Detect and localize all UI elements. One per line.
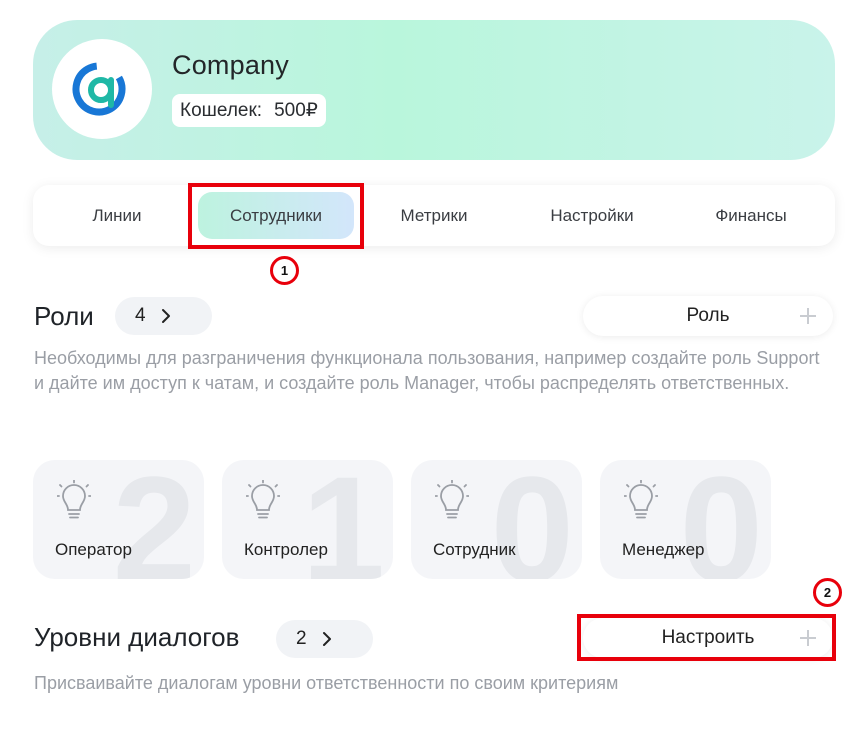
company-logo (52, 39, 152, 139)
tab-finance[interactable]: Финансы (691, 192, 811, 239)
dialog-levels-title: Уровни диалогов (34, 622, 240, 652)
chevron-right-icon (161, 309, 170, 323)
configure-label: Настроить (661, 627, 755, 648)
role-name: Оператор (55, 540, 132, 559)
annotation-marker-2: 2 (813, 578, 842, 607)
role-user-count: 2 (112, 460, 196, 579)
role-user-count: 1 (301, 460, 385, 579)
role-name: Контролер (244, 540, 328, 559)
roles-count: 4 (135, 305, 146, 326)
role-user-count: 0 (490, 460, 574, 579)
add-role-label: Роль (686, 305, 730, 326)
roles-description: Необходимы для разграничения функционала… (34, 348, 820, 393)
company-name: Company (172, 50, 289, 80)
role-user-count: 0 (679, 460, 763, 579)
plus-icon (800, 308, 816, 324)
role-card-employee[interactable]: 0 Сотрудник (411, 460, 582, 579)
roles-count-pill[interactable]: 4 (115, 297, 212, 335)
plus-icon (800, 630, 816, 646)
role-card-controller[interactable]: 1 Контролер (222, 460, 393, 579)
lightbulb-icon (624, 480, 658, 519)
dialog-levels-count-pill[interactable]: 2 (276, 620, 373, 658)
company-logo-icon (72, 62, 126, 116)
tab-settings[interactable]: Настройки (527, 192, 657, 239)
lightbulb-icon (246, 480, 280, 519)
role-name: Менеджер (622, 540, 705, 559)
wallet-balance: Кошелек: 500₽ (172, 94, 326, 127)
annotation-marker-1: 1 (270, 256, 299, 285)
role-name: Сотрудник (433, 540, 516, 559)
chevron-right-icon (322, 632, 331, 646)
dialog-levels-description: Присваивайте диалогам уровни ответственн… (34, 673, 619, 693)
wallet-label: Кошелек: (180, 99, 263, 121)
section-tabs: Линии Сотрудники Метрики Настройки Финан… (33, 185, 835, 246)
wallet-value: 500₽ (274, 100, 318, 121)
configure-dialog-levels-button[interactable]: Настроить (583, 618, 833, 658)
role-card-manager[interactable]: 0 Менеджер (600, 460, 771, 579)
lightbulb-icon (435, 480, 469, 519)
tab-lines[interactable]: Линии (59, 192, 175, 239)
roles-title: Роли (34, 301, 94, 331)
add-role-button[interactable]: Роль (583, 296, 833, 336)
company-card: Company Кошелек: 500₽ (33, 20, 835, 160)
tab-metrics[interactable]: Метрики (375, 192, 493, 239)
tab-employees[interactable]: Сотрудники (198, 192, 354, 239)
role-card-operator[interactable]: 2 Оператор (33, 460, 204, 579)
lightbulb-icon (57, 480, 91, 519)
dialog-levels-count: 2 (296, 628, 307, 649)
